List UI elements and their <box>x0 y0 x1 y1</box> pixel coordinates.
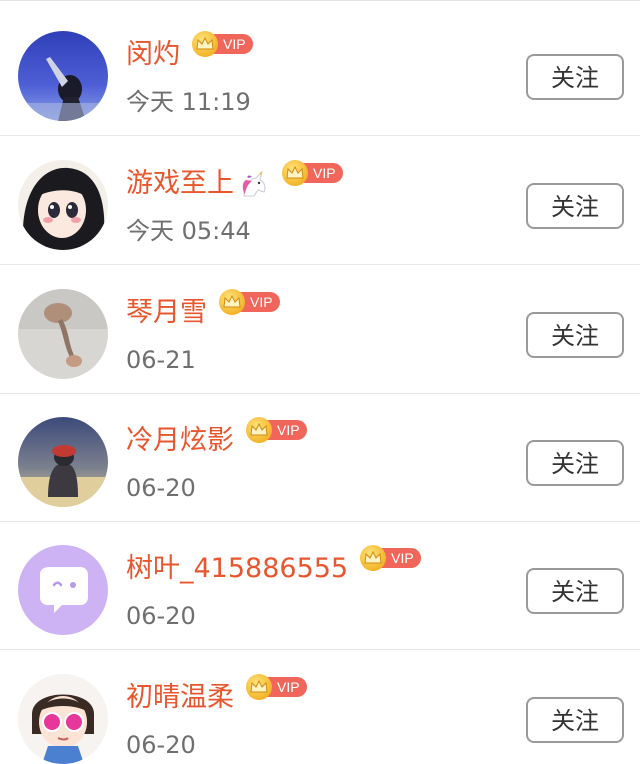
list-item[interactable]: 琴月雪 VIP 06-21 关注 <box>0 265 640 394</box>
avatar-image <box>18 160 108 250</box>
avatar[interactable] <box>18 289 108 379</box>
follow-time: 今天 11:19 <box>126 88 251 116</box>
follow-button[interactable]: 关注 <box>526 54 624 100</box>
avatar[interactable] <box>18 545 108 635</box>
crown-icon <box>192 31 218 57</box>
user-name[interactable]: 冷月炫影 <box>126 424 234 458</box>
vip-label: VIP <box>266 420 307 440</box>
name-line: 冷月炫影 VIP <box>126 417 307 459</box>
name-line: 树叶_415886555 VIP <box>126 545 421 587</box>
user-name[interactable]: 游戏至上 <box>126 167 234 201</box>
vip-label: VIP <box>266 677 307 697</box>
avatar[interactable] <box>18 31 108 121</box>
name-line: 琴月雪 VIP <box>126 289 280 331</box>
crown-icon <box>246 417 272 443</box>
vip-label: VIP <box>239 292 280 312</box>
avatar[interactable] <box>18 674 108 764</box>
avatar[interactable] <box>18 417 108 507</box>
unicorn-emoji-icon <box>242 170 266 197</box>
avatar-image <box>18 674 108 764</box>
vip-label: VIP <box>212 34 253 54</box>
default-avatar-icon <box>18 545 108 635</box>
name-line: 游戏至上 VIP <box>126 160 343 202</box>
vip-badge: VIP <box>192 31 253 57</box>
avatar-image <box>18 289 108 379</box>
follow-time: 今天 05:44 <box>126 217 251 245</box>
crown-icon <box>360 545 387 571</box>
avatar[interactable] <box>18 160 108 250</box>
crown-icon <box>282 160 308 186</box>
vip-badge: VIP <box>246 417 307 443</box>
vip-label: VIP <box>380 548 421 568</box>
follow-button[interactable]: 关注 <box>526 568 624 614</box>
name-line: 闵灼 VIP <box>126 31 253 73</box>
vip-badge: VIP <box>282 160 343 186</box>
crown-icon <box>219 289 245 315</box>
avatar-image <box>18 417 108 507</box>
vip-badge: VIP <box>246 674 307 700</box>
name-line: 初晴温柔 VIP <box>126 674 307 716</box>
follow-button[interactable]: 关注 <box>526 183 624 229</box>
list-item[interactable]: 游戏至上 VIP 今天 05:44 关注 <box>0 136 640 265</box>
list-item[interactable]: 冷月炫影 VIP 06-20 关注 <box>0 393 640 522</box>
follower-list: 闵灼 VIP 今天 11:19 关注 游戏至上 VIP 今天 05:44 关注 … <box>0 0 640 764</box>
user-name[interactable]: 初晴温柔 <box>126 681 234 715</box>
user-name[interactable]: 琴月雪 <box>126 296 207 330</box>
follow-time: 06-20 <box>126 731 196 759</box>
user-name[interactable]: 闵灼 <box>126 38 180 72</box>
follow-time: 06-20 <box>126 474 196 502</box>
follow-time: 06-21 <box>126 346 196 374</box>
follow-button[interactable]: 关注 <box>526 312 624 358</box>
list-item[interactable]: 闵灼 VIP 今天 11:19 关注 <box>0 7 640 136</box>
vip-badge: VIP <box>219 289 280 315</box>
follow-button[interactable]: 关注 <box>526 440 624 486</box>
follow-button[interactable]: 关注 <box>526 697 624 743</box>
vip-label: VIP <box>302 163 343 183</box>
list-item[interactable]: 初晴温柔 VIP 06-20 关注 <box>0 650 640 764</box>
crown-icon <box>246 674 272 700</box>
vip-badge: VIP <box>360 545 421 571</box>
list-item[interactable]: 树叶_415886555 VIP 06-20 关注 <box>0 521 640 650</box>
avatar-image <box>18 31 108 121</box>
follow-time: 06-20 <box>126 602 196 630</box>
user-name[interactable]: 树叶_415886555 <box>126 552 348 586</box>
